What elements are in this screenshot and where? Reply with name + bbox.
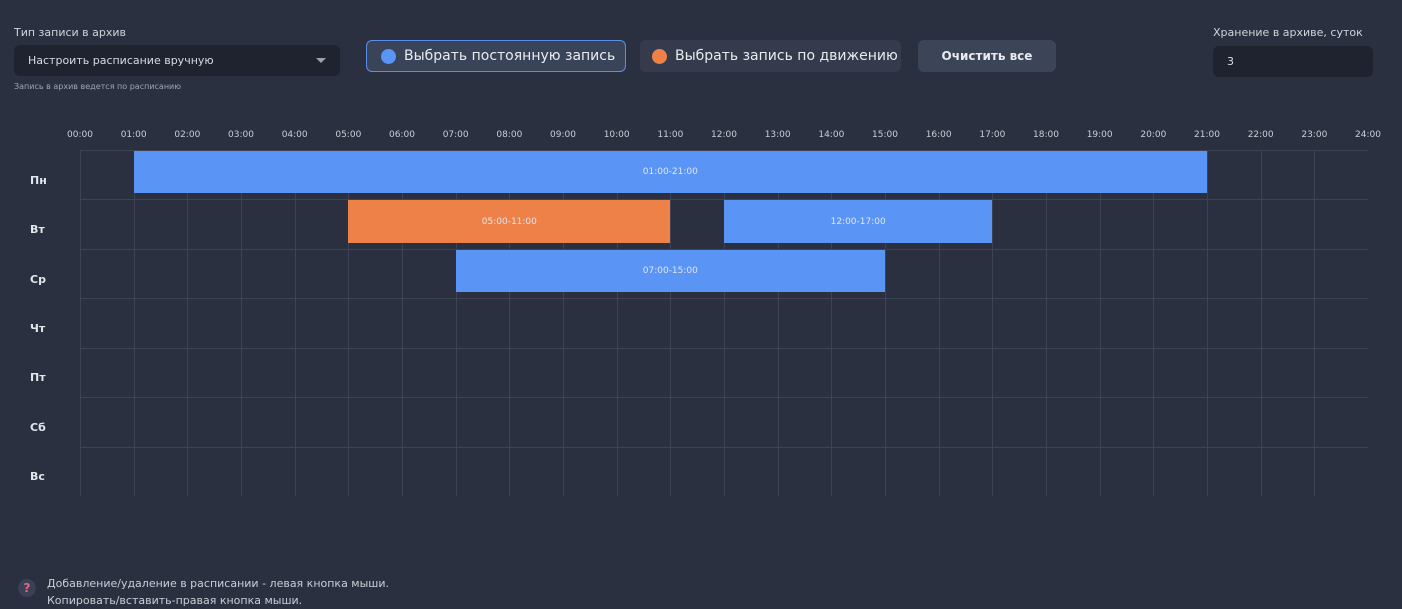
hour-label: 09:00: [550, 130, 576, 140]
motion-record-button[interactable]: Выбрать запись по движению: [640, 40, 901, 72]
permanent-record-label: Выбрать постоянную запись: [404, 48, 616, 64]
archive-type-value: Настроить расписание вручную: [28, 54, 214, 67]
archive-type-label: Тип записи в архив: [14, 26, 127, 39]
hour-label: 22:00: [1247, 130, 1274, 140]
hour-label: 17:00: [979, 130, 1006, 140]
hour-label: 10:00: [603, 130, 630, 140]
hour-label: 20:00: [1140, 130, 1167, 140]
schedule-grid[interactable]: 01:00-21:00 05:00-11:00 12:00-17:00 07:00-1…: [80, 150, 1368, 496]
chevron-down-icon: [316, 58, 326, 63]
motion-record-label: Выбрать запись по движению: [675, 48, 898, 64]
hour-label: 23:00: [1301, 130, 1328, 140]
hour-label: 03:00: [228, 130, 254, 140]
hour-label: 16:00: [925, 130, 952, 140]
storage-label: Хранение в архиве, суток: [1213, 26, 1363, 39]
schedule-block-permanent[interactable]: 12:00-17:00: [724, 200, 993, 243]
hour-label: 08:00: [496, 130, 523, 140]
hour-label: 15:00: [872, 130, 898, 140]
hour-label: 19:00: [1086, 130, 1113, 140]
hour-label: 21:00: [1194, 130, 1220, 140]
archive-type-select[interactable]: Настроить расписание вручную: [14, 45, 340, 76]
help-line-2: Копировать/вставить-правая кнопка мыши.: [47, 594, 303, 607]
hour-label: 01:00: [120, 130, 147, 140]
hour-label: 04:00: [281, 130, 308, 140]
permanent-dot-icon: [381, 48, 396, 64]
schedule-block-label: 07:00-15:00: [642, 266, 698, 277]
day-label: Чт: [30, 322, 46, 335]
hour-label: 02:00: [174, 130, 201, 140]
day-label: Вт: [30, 223, 45, 237]
storage-days-input[interactable]: 3: [1213, 46, 1373, 77]
motion-dot-icon: [652, 48, 667, 64]
schedule-block-permanent[interactable]: 01:00-21:00: [133, 151, 1207, 194]
hour-label: 07:00: [442, 130, 469, 140]
help-icon[interactable]: ?: [18, 579, 36, 597]
schedule-block-label: 01:00-21:00: [642, 167, 698, 178]
hour-label: 06:00: [389, 130, 415, 140]
schedule-block-label: 05:00-11:00: [481, 216, 537, 227]
schedule-block-label: 12:00-17:00: [830, 216, 886, 227]
day-label: Пт: [30, 371, 46, 385]
day-label: Ср: [30, 272, 46, 286]
hour-label: 05:00: [335, 130, 362, 140]
permanent-record-button[interactable]: Выбрать постоянную запись: [366, 40, 626, 72]
hour-label: 12:00: [711, 130, 737, 140]
help-line-1: Добавление/удаление в расписании - левая…: [47, 577, 390, 590]
archive-type-hint: Запись в архив ведется по расписанию: [14, 82, 181, 91]
day-label: Сб: [30, 420, 46, 434]
hour-label: 13:00: [764, 130, 791, 140]
hour-label: 24:00: [1355, 130, 1381, 140]
schedule-block-motion[interactable]: 05:00-11:00: [348, 200, 671, 243]
hour-label: 11:00: [657, 130, 684, 140]
schedule-block-permanent[interactable]: 07:00-15:00: [455, 249, 885, 293]
hour-label: 14:00: [818, 130, 845, 140]
hour-label: 18:00: [1033, 130, 1059, 140]
day-label: Пн: [30, 173, 47, 187]
clear-all-button[interactable]: Очистить все: [918, 40, 1056, 72]
storage-days-value: 3: [1227, 55, 1234, 68]
hour-label: 00:00: [67, 130, 93, 140]
day-label: Вс: [30, 470, 45, 484]
